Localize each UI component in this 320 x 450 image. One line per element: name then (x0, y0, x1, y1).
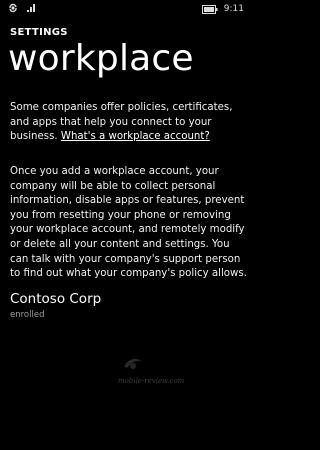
sync-icon (8, 3, 18, 13)
status-left (8, 3, 36, 13)
workplace-account-help-link[interactable]: What's a workplace account? (61, 131, 210, 142)
signal-icon (26, 3, 36, 13)
intro-paragraph: Some companies offer policies, certifica… (10, 101, 248, 145)
status-time: 9:11 (223, 4, 244, 14)
status-right: 9:11 (201, 3, 244, 15)
status-bar: 9:11 (0, 0, 254, 20)
watermark-text: mobile-review.com (118, 377, 185, 385)
account-name[interactable]: Contoso Corp (10, 291, 101, 307)
watermark-logo-icon (120, 352, 146, 378)
page-title: workplace (8, 38, 194, 79)
details-paragraph: Once you add a workplace account, your c… (10, 166, 247, 280)
battery-icon (201, 4, 218, 14)
account-status: enrolled (10, 310, 45, 320)
